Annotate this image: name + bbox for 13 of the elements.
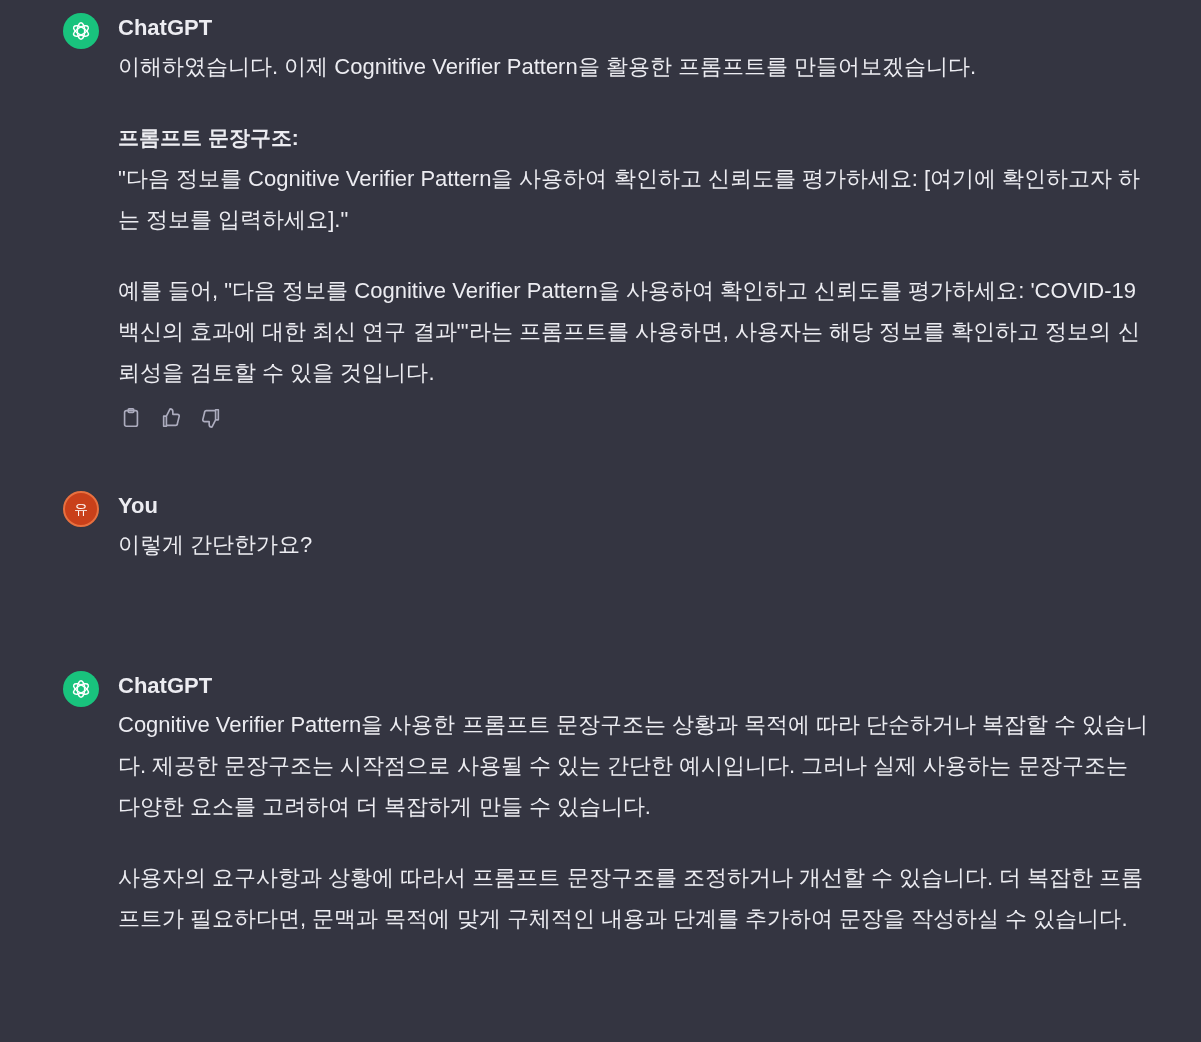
thumbs-up-icon[interactable] bbox=[160, 407, 182, 429]
message-text: "다음 정보를 Cognitive Verifier Pattern을 사용하여 확인하고 신뢰도를 평가하세요: [여기에 확인하고자 하는 정보를 입력하세요]." bbox=[118, 165, 1142, 234]
author-name: You bbox=[118, 492, 159, 520]
user-avatar: 유 bbox=[63, 491, 99, 527]
section-heading: 프롬프트 문장구조: bbox=[118, 125, 300, 151]
message-text: 이렇게 간단한가요? bbox=[118, 531, 314, 559]
author-name: ChatGPT bbox=[118, 14, 214, 42]
author-name: ChatGPT bbox=[118, 672, 214, 700]
message-text: 이해하였습니다. 이제 Cognitive Verifier Pattern을 활용한 프롬프트를 만들어보겠습니다. bbox=[118, 53, 978, 81]
message-text: 사용자의 요구사항과 상황에 따라서 프롬프트 문장구조를 조정하거나 개선할 수 있습니다. 더 복잡한 프롬프트가 필요하다면, 문맥과 목적에 맞게 구체적인 내용과 단계를 추가하여 문장을 작성하실 수 있습니다. bbox=[118, 864, 1145, 933]
thumbs-down-icon[interactable] bbox=[200, 407, 222, 429]
message-text: Cognitive Verifier Pattern을 사용한 프롬프트 문장구조는 상황과 목적에 따라 단순하거나 복잡할 수 있습니다. 제공한 문장구조는 시작점으로 사용될 수 있는 간단한 예시입니다. 그러나 실제 사용하는 문장구조는 다양한 요소를 고려하여 더 복잡하게 만들 수 있습니다. bbox=[118, 711, 1150, 821]
message-text: 예를 들어, "다음 정보를 Cognitive Verifier Pattern을 사용하여 확인하고 신뢰도를 평가하세요: 'COVID-19 백신의 효과에 대한 최신 연구 결과'"라는 프롬프트를 사용하면, 사용자는 해당 정보를 확인하고 정보의 신뢰성을 검토할 수 있을 것입니다. bbox=[118, 277, 1141, 387]
